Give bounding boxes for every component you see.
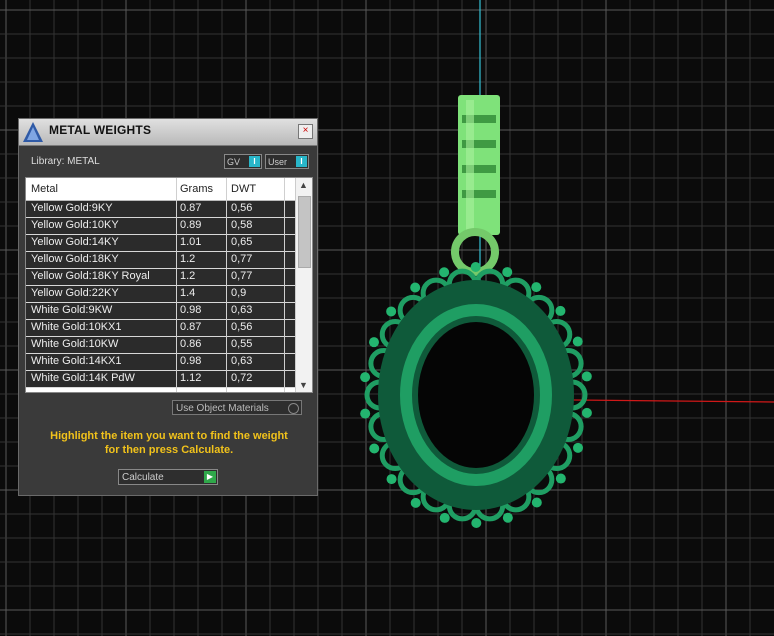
column-divider xyxy=(226,178,227,392)
toggle-indicator-icon: I xyxy=(296,156,307,167)
metal-cell: Yellow Gold:14KY xyxy=(31,236,119,248)
instruction-text: Highlight the item you want to find the … xyxy=(29,429,309,457)
bail xyxy=(458,95,500,235)
metal-cell: Yellow Gold:9KY xyxy=(31,202,113,214)
metal-cell: Yellow Gold:18KY Royal xyxy=(31,270,150,282)
instruction-line-2: for then press Calculate. xyxy=(104,444,234,456)
metal-cell: White Gold:9KW xyxy=(31,304,113,316)
panel-titlebar[interactable]: METAL WEIGHTS × xyxy=(19,119,317,146)
grams-cell: 1.01 xyxy=(180,236,202,248)
metal-cell: White Gold:10KX1 xyxy=(31,321,122,333)
scroll-up-icon[interactable]: ▲ xyxy=(299,180,308,190)
grams-cell: 0.86 xyxy=(180,338,202,350)
table-row[interactable]: White Gold:10KX1 0.87 0,56 xyxy=(26,320,297,337)
dwt-cell: 0,56 xyxy=(231,202,253,214)
column-divider xyxy=(176,178,177,392)
gv-toggle-label: GV xyxy=(227,157,241,167)
table-body: Yellow Gold:9KY 0.87 0,56 Yellow Gold:10KY 0… xyxy=(26,201,297,388)
column-header-metal[interactable]: Metal xyxy=(31,183,58,195)
dwt-cell: 0,77 xyxy=(231,253,253,265)
table-header: Metal Grams DWT xyxy=(26,178,296,201)
use-object-materials-label: Use Object Materials xyxy=(176,403,269,414)
table-row[interactable]: White Gold:9KW 0.98 0,63 xyxy=(26,303,297,320)
dwt-cell: 0,9 xyxy=(231,287,247,299)
toggle-indicator-icon: I xyxy=(249,156,260,167)
grams-cell: 0.98 xyxy=(180,304,202,316)
dwt-cell: 0,65 xyxy=(231,236,253,248)
column-header-grams[interactable]: Grams xyxy=(180,183,213,195)
pendant-model[interactable] xyxy=(360,95,592,528)
column-header-dwt[interactable]: DWT xyxy=(231,183,256,195)
library-label: Library: METAL xyxy=(31,156,100,167)
metal-weights-panel: METAL WEIGHTS × Library: METAL GV I User… xyxy=(18,118,318,496)
dwt-cell: 0,63 xyxy=(231,304,253,316)
metal-table[interactable]: Metal Grams DWT Yellow Gold:9KY 0.87 0,56 Y… xyxy=(25,177,313,393)
user-toggle-label: User xyxy=(268,157,288,167)
table-row[interactable]: Yellow Gold:10KY 0.89 0,58 xyxy=(26,218,297,235)
table-row[interactable]: Yellow Gold:14KY 1.01 0,65 xyxy=(26,235,297,252)
table-scrollbar[interactable]: ▲ ▼ xyxy=(295,178,312,392)
table-row[interactable]: Yellow Gold:22KY 1.4 0,9 xyxy=(26,286,297,303)
metal-cell: White Gold:14KX1 xyxy=(31,355,122,367)
grams-cell: 1.2 xyxy=(180,270,196,282)
radio-circle-icon xyxy=(288,403,299,414)
dwt-cell: 0,56 xyxy=(231,321,253,333)
scroll-thumb[interactable] xyxy=(298,196,311,268)
dwt-cell: 0,58 xyxy=(231,219,253,231)
dwt-cell: 0,72 xyxy=(231,372,253,384)
calculate-label: Calculate xyxy=(122,472,164,483)
user-toggle[interactable]: User I xyxy=(265,154,309,169)
table-row[interactable]: Yellow Gold:18KY Royal 1.2 0,77 xyxy=(26,269,297,286)
panel-title: METAL WEIGHTS xyxy=(49,123,152,137)
scroll-down-icon[interactable]: ▼ xyxy=(299,380,308,390)
app-logo-icon xyxy=(23,122,43,142)
table-row[interactable]: White Gold:14KX1 0.98 0,63 xyxy=(26,354,297,371)
grams-cell: 0.98 xyxy=(180,355,202,367)
grams-cell: 0.87 xyxy=(180,321,202,333)
grams-cell: 1.2 xyxy=(180,253,196,265)
table-row[interactable]: White Gold:10KW 0.86 0,55 xyxy=(26,337,297,354)
dwt-cell: 0,55 xyxy=(231,338,253,350)
grams-cell: 0.89 xyxy=(180,219,202,231)
grams-cell: 0.87 xyxy=(180,202,202,214)
dwt-cell: 0,77 xyxy=(231,270,253,282)
metal-cell: Yellow Gold:22KY xyxy=(31,287,119,299)
metal-cell: White Gold:14K PdW xyxy=(31,372,135,384)
close-button[interactable]: × xyxy=(298,124,313,139)
table-row[interactable]: Yellow Gold:18KY 1.2 0,77 xyxy=(26,252,297,269)
dwt-cell: 0,63 xyxy=(231,355,253,367)
grams-cell: 1.4 xyxy=(180,287,196,299)
metal-cell: White Gold:10KW xyxy=(31,338,119,350)
play-arrow-icon: ▶ xyxy=(204,471,216,483)
use-object-materials-checkbox[interactable]: Use Object Materials xyxy=(172,400,302,415)
calculate-button[interactable]: Calculate ▶ xyxy=(118,469,218,485)
instruction-line-1: Highlight the item you want to find the … xyxy=(50,430,288,442)
metal-cell: Yellow Gold:10KY xyxy=(31,219,119,231)
gv-toggle[interactable]: GV I xyxy=(224,154,262,169)
table-row[interactable]: White Gold:14K PdW 1.12 0,72 xyxy=(26,371,297,388)
table-row[interactable]: Yellow Gold:9KY 0.87 0,56 xyxy=(26,201,297,218)
grams-cell: 1.12 xyxy=(180,372,202,384)
metal-cell: Yellow Gold:18KY xyxy=(31,253,119,265)
column-divider xyxy=(284,178,285,392)
